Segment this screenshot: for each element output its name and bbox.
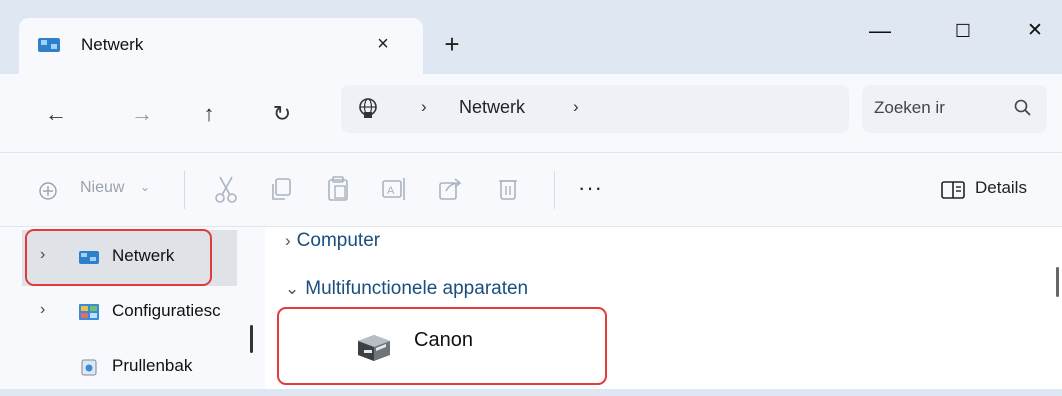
breadcrumb-netwerk[interactable]: Netwerk bbox=[459, 97, 525, 118]
copy-icon[interactable] bbox=[264, 171, 300, 207]
tab-label: Netwerk bbox=[81, 35, 144, 54]
navigation-pane: › Netwerk › Configuratiesc Prullenbak bbox=[0, 227, 265, 389]
search-box[interactable]: Zoeken ir bbox=[862, 85, 1047, 133]
group-label: Multifunctionele apparaten bbox=[305, 278, 529, 299]
up-button[interactable]: ↑ bbox=[189, 94, 229, 134]
new-button[interactable]: Nieuw bbox=[80, 179, 124, 197]
sidebar-item-prullenbak[interactable]: Prullenbak bbox=[22, 340, 237, 396]
command-bar: Nieuw ⌄ A ··· Details bbox=[0, 153, 1062, 227]
delete-icon[interactable] bbox=[490, 171, 526, 207]
toolbar-divider bbox=[554, 171, 555, 209]
maximize-button[interactable]: ☐ bbox=[933, 14, 993, 48]
search-icon bbox=[1014, 99, 1031, 116]
group-multifunctionele-apparaten[interactable]: ⌄ Multifunctionele apparaten bbox=[285, 278, 528, 300]
paste-icon[interactable] bbox=[320, 171, 356, 207]
sidebar-item-configuratiescherm[interactable]: › Configuratiesc bbox=[22, 285, 237, 341]
details-button[interactable]: Details bbox=[975, 178, 1027, 198]
file-view: › Computer ⌄ Multifunctionele apparaten Ca… bbox=[265, 227, 1062, 389]
close-tab-icon[interactable]: × bbox=[369, 30, 397, 58]
back-button[interactable]: ← bbox=[36, 94, 76, 134]
sidebar-item-label: Configuratiesc bbox=[112, 301, 221, 320]
chevron-right-icon[interactable]: › bbox=[40, 301, 45, 319]
svg-text:A: A bbox=[387, 185, 395, 197]
tab-netwerk[interactable]: Netwerk × bbox=[19, 18, 423, 74]
new-tab-button[interactable]: + bbox=[437, 30, 467, 60]
share-icon[interactable] bbox=[432, 171, 468, 207]
plus-circle-icon bbox=[39, 182, 57, 200]
group-label: Computer bbox=[296, 230, 381, 251]
content-scrollbar[interactable] bbox=[1056, 267, 1059, 297]
rename-icon[interactable]: A bbox=[376, 171, 412, 207]
address-bar[interactable]: › Netwerk › bbox=[341, 85, 849, 133]
chevron-down-icon: ⌄ bbox=[285, 279, 300, 298]
navigation-bar: ← → ↑ ↻ › Netwerk › Zoeken ir bbox=[0, 74, 1062, 153]
chevron-right-icon: › bbox=[285, 231, 291, 250]
details-pane-icon bbox=[941, 181, 965, 199]
forward-button[interactable]: → bbox=[122, 94, 162, 134]
chevron-down-icon: ⌄ bbox=[140, 180, 151, 194]
toolbar-divider bbox=[184, 171, 185, 209]
breadcrumb-chevron[interactable]: › bbox=[573, 97, 579, 117]
search-input[interactable]: Zoeken ir bbox=[874, 98, 945, 118]
network-globe-icon bbox=[359, 98, 377, 118]
group-computer[interactable]: › Computer bbox=[285, 230, 380, 252]
more-options-button[interactable]: ··· bbox=[578, 175, 603, 201]
refresh-button[interactable]: ↻ bbox=[262, 94, 302, 134]
sidebar-scrollbar[interactable] bbox=[250, 325, 253, 353]
minimize-button[interactable]: — bbox=[850, 14, 910, 48]
sidebar-item-label: Prullenbak bbox=[112, 356, 193, 375]
network-icon bbox=[38, 38, 60, 52]
title-bar: Netwerk × + — ☐ ✕ bbox=[0, 0, 1062, 74]
highlight-box-netwerk bbox=[25, 229, 212, 286]
control-panel-icon bbox=[79, 304, 99, 320]
cut-icon[interactable] bbox=[208, 171, 244, 207]
breadcrumb-separator: › bbox=[421, 97, 427, 116]
close-window-button[interactable]: ✕ bbox=[1005, 14, 1062, 48]
highlight-box-canon bbox=[277, 307, 607, 385]
recycle-bin-icon bbox=[81, 359, 97, 376]
